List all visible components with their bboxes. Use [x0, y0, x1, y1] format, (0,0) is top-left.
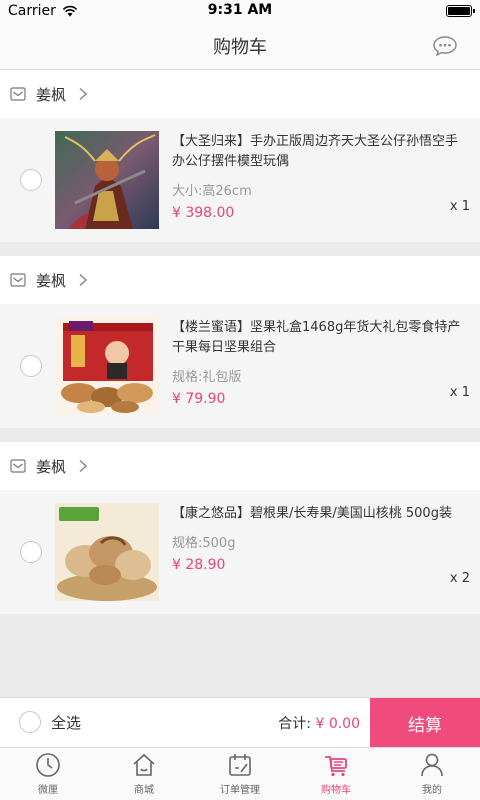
item-title[interactable]: 【楼兰蜜语】坚果礼盒1468g年货大礼包零食特产干果每日坚果组合 — [172, 318, 470, 358]
message-icon[interactable] — [432, 35, 458, 57]
tab-profile[interactable]: 我的 — [384, 748, 480, 800]
item-quantity: x 2 — [449, 571, 470, 586]
tab-label: 订单管理 — [220, 785, 260, 796]
tab-label: 商城 — [134, 785, 154, 796]
page-title: 购物车 — [213, 36, 267, 58]
tab-bar: 微厘 商城 订单管理 购物车 我的 — [0, 747, 480, 800]
shop-name: 姜枫 — [36, 271, 67, 290]
wifi-icon — [62, 5, 78, 17]
status-left: Carrier — [8, 3, 78, 19]
checkout-bar: 全选 合计: ¥ 0.00 结算 — [0, 697, 480, 748]
item-select-radio[interactable] — [20, 169, 42, 191]
shop-mail-icon — [10, 273, 26, 287]
tab-label: 我的 — [422, 785, 442, 796]
chevron-right-icon — [79, 273, 88, 287]
item-quantity: x 1 — [449, 385, 470, 400]
tab-weili[interactable]: 微厘 — [0, 748, 96, 800]
product-image-nut-gift-box[interactable] — [55, 317, 159, 415]
total-amount: ¥ 0.00 — [315, 716, 360, 732]
carrier-label: Carrier — [8, 3, 56, 19]
item-price: ¥ 398.00 — [172, 205, 235, 221]
tab-mall[interactable]: 商城 — [96, 748, 192, 800]
item-price: ¥ 28.90 — [172, 557, 226, 573]
item-price: ¥ 79.90 — [172, 391, 226, 407]
item-info: 【康之悠品】碧根果/长寿果/美国山核桃 500g装 规格:500g ¥ 28.9… — [172, 504, 470, 604]
status-bar: Carrier 9:31 AM — [0, 0, 480, 22]
item-title[interactable]: 【大圣归来】手办正版周边齐天大圣公仔孙悟空手办公仔摆件模型玩偶 — [172, 132, 470, 172]
chevron-right-icon — [79, 459, 88, 473]
home-icon — [133, 753, 155, 776]
cart-item: 【楼兰蜜语】坚果礼盒1468g年货大礼包零食特产干果每日坚果组合 规格:礼包版 … — [0, 304, 480, 428]
nav-bar: 购物车 — [0, 22, 480, 70]
section-divider — [0, 428, 480, 442]
shop-name: 姜枫 — [36, 85, 67, 104]
section-divider — [0, 242, 480, 256]
total-label: 合计: — [278, 716, 312, 732]
checkout-button[interactable]: 结算 — [370, 698, 480, 748]
item-quantity: x 1 — [449, 199, 470, 214]
item-select-radio[interactable] — [20, 541, 42, 563]
clock-icon — [36, 753, 60, 777]
tab-label: 购物车 — [321, 785, 351, 796]
product-image-pecans[interactable] — [55, 503, 159, 601]
shop-header[interactable]: 姜枫 — [0, 442, 480, 490]
order-icon — [229, 754, 251, 776]
chevron-right-icon — [79, 87, 88, 101]
cart-item: 【康之悠品】碧根果/长寿果/美国山核桃 500g装 规格:500g ¥ 28.9… — [0, 490, 480, 614]
item-spec: 大小:高26cm — [172, 184, 252, 199]
battery-icon — [446, 5, 475, 17]
cart-item: 【大圣归来】手办正版周边齐天大圣公仔孙悟空手办公仔摆件模型玩偶 大小:高26cm… — [0, 118, 480, 242]
person-icon — [421, 753, 443, 777]
item-spec: 规格:500g — [172, 536, 236, 551]
select-all-radio[interactable] — [19, 711, 41, 733]
tab-orders[interactable]: 订单管理 — [192, 748, 288, 800]
total-summary: 合计: ¥ 0.00 — [278, 713, 360, 733]
shop-mail-icon — [10, 87, 26, 101]
cart-icon — [325, 756, 347, 777]
item-info: 【大圣归来】手办正版周边齐天大圣公仔孙悟空手办公仔摆件模型玩偶 大小:高26cm… — [172, 132, 470, 232]
shop-header[interactable]: 姜枫 — [0, 256, 480, 304]
shop-mail-icon — [10, 459, 26, 473]
shop-name: 姜枫 — [36, 457, 67, 476]
tab-cart[interactable]: 购物车 — [288, 748, 384, 800]
item-spec: 规格:礼包版 — [172, 370, 242, 385]
tab-label: 微厘 — [38, 785, 58, 796]
item-info: 【楼兰蜜语】坚果礼盒1468g年货大礼包零食特产干果每日坚果组合 规格:礼包版 … — [172, 318, 470, 418]
product-image-monkey-king[interactable] — [55, 131, 159, 229]
shop-header[interactable]: 姜枫 — [0, 70, 480, 118]
select-all-label[interactable]: 全选 — [51, 712, 81, 733]
item-title[interactable]: 【康之悠品】碧根果/长寿果/美国山核桃 500g装 — [172, 504, 470, 524]
item-select-radio[interactable] — [20, 355, 42, 377]
